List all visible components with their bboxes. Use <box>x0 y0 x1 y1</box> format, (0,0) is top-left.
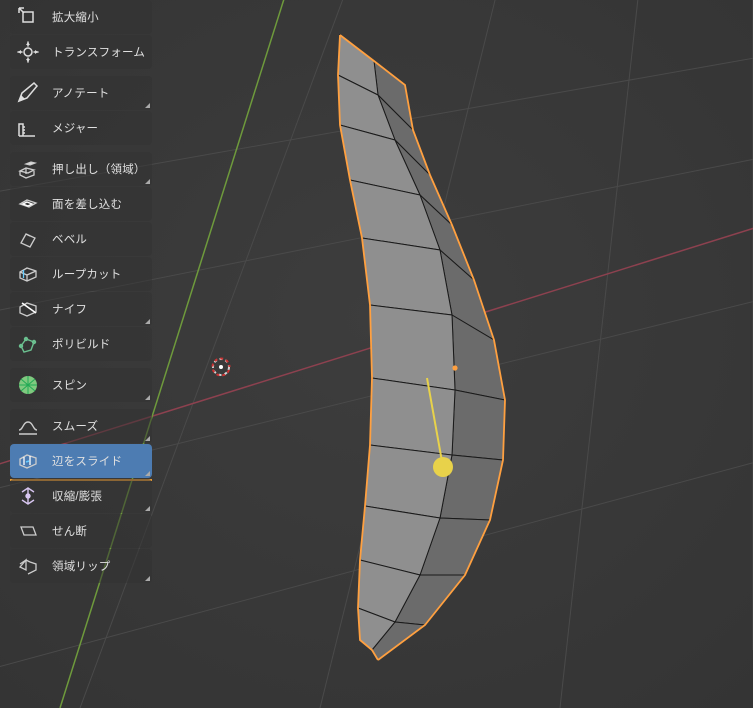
tool-loopcut[interactable]: ループカット <box>10 257 152 291</box>
submenu-indicator-icon <box>145 319 150 324</box>
inset-icon <box>14 190 42 218</box>
tool-regionrip[interactable]: 領域リップ <box>10 549 152 583</box>
submenu-indicator-icon <box>145 471 150 476</box>
tool-inset[interactable]: 面を差し込む <box>10 187 152 221</box>
tool-label: スムーズ <box>52 418 146 434</box>
spin-icon <box>14 371 42 399</box>
smooth-icon <box>14 412 42 440</box>
tool-bevel[interactable]: ベベル <box>10 222 152 256</box>
tool-measure[interactable]: メジャー <box>10 111 152 145</box>
submenu-indicator-icon <box>145 103 150 108</box>
polybuild-icon <box>14 330 42 358</box>
tool-extrude[interactable]: 押し出し（領域） <box>10 152 152 186</box>
tool-edgeslide[interactable]: 辺をスライド <box>10 444 152 478</box>
scale-icon <box>14 3 42 31</box>
tool-knife[interactable]: ナイフ <box>10 292 152 326</box>
tool-transform[interactable]: トランスフォーム <box>10 35 152 69</box>
tool-label: トランスフォーム <box>52 44 146 60</box>
tool-shear[interactable]: せん断 <box>10 514 152 548</box>
submenu-indicator-icon <box>145 436 150 441</box>
tool-polybuild[interactable]: ポリビルド <box>10 327 152 361</box>
tool-panel: 拡大縮小トランスフォームアノテートメジャー押し出し（領域） 面を差し込むベベルルー… <box>10 0 152 584</box>
knife-icon <box>14 295 42 323</box>
loopcut-icon <box>14 260 42 288</box>
extrude-icon <box>14 155 42 183</box>
tool-label: せん断 <box>52 523 146 539</box>
submenu-indicator-icon <box>145 576 150 581</box>
tool-label: 面を差し込む <box>52 196 146 212</box>
tool-smooth[interactable]: スムーズ <box>10 409 152 443</box>
bevel-icon <box>14 225 42 253</box>
tool-spin[interactable]: スピン <box>10 368 152 402</box>
submenu-indicator-icon <box>145 395 150 400</box>
tool-label: ループカット <box>52 266 146 282</box>
tool-scale[interactable]: 拡大縮小 <box>10 0 152 34</box>
transform-icon <box>14 38 42 66</box>
shear-icon <box>14 517 42 545</box>
regionrip-icon <box>14 552 42 580</box>
tool-label: 辺をスライド <box>52 453 146 469</box>
submenu-indicator-icon <box>145 179 150 184</box>
measure-icon <box>14 114 42 142</box>
submenu-indicator-icon <box>145 506 150 511</box>
tool-label: アノテート <box>52 85 146 101</box>
tool-label: ポリビルド <box>52 336 146 352</box>
annotate-icon <box>14 79 42 107</box>
edgeslide-icon <box>14 447 42 475</box>
tool-shrinkfatten[interactable]: 収縮/膨張 <box>10 479 152 513</box>
tool-label: 押し出し（領域） <box>52 161 146 177</box>
tool-annotate[interactable]: アノテート <box>10 76 152 110</box>
tool-label: メジャー <box>52 120 146 136</box>
tool-label: 収縮/膨張 <box>52 488 146 504</box>
tool-label: 拡大縮小 <box>52 9 146 25</box>
vertex-indicator <box>452 365 457 370</box>
tool-label: ナイフ <box>52 301 146 317</box>
tool-label: スピン <box>52 377 146 393</box>
tool-label: 領域リップ <box>52 558 146 574</box>
shrinkfatten-icon <box>14 482 42 510</box>
tool-label: ベベル <box>52 231 146 247</box>
